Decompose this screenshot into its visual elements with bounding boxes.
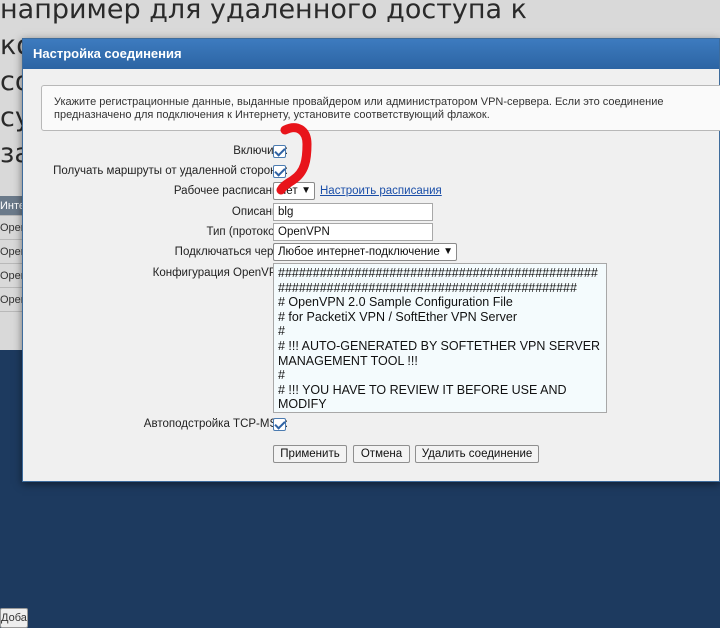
table-row[interactable]: OpenV	[0, 264, 22, 288]
background-heading-line: например для удаленного доступа к	[0, 0, 527, 25]
connection-settings-dialog: Настройка соединения Укажите регистрацио…	[22, 38, 720, 482]
apply-button[interactable]: Применить	[273, 445, 347, 463]
red-annotation-mark	[276, 123, 312, 195]
connect-via-select[interactable]: Любое интернет-подключение ▼	[273, 243, 457, 261]
background-table: Инте OpenV OpenV OpenV OpenV Доба	[0, 196, 28, 628]
openvpn-config-textarea[interactable]: ########################################…	[273, 263, 607, 413]
description-input[interactable]: blg	[273, 203, 433, 221]
dialog-title: Настройка соединения	[23, 39, 719, 69]
connect-via-select-value: Любое интернет-подключение	[278, 246, 440, 258]
tcp-mss-label: Автоподстройка TCP-MSS:	[143, 418, 288, 430]
config-label: Конфигурация OpenVPN:	[152, 267, 288, 279]
configure-schedules-link[interactable]: Настроить расписания	[320, 185, 442, 197]
dropdown-arrow-icon: ▼	[443, 246, 453, 257]
connect-via-label: Подключаться через:	[174, 246, 288, 258]
add-button[interactable]: Доба	[0, 608, 28, 628]
routes-label: Получать маршруты от удаленной стороны:	[53, 165, 288, 177]
cancel-button[interactable]: Отмена	[353, 445, 410, 463]
info-message: Укажите регистрационные данные, выданные…	[41, 85, 720, 131]
type-input[interactable]: OpenVPN	[273, 223, 433, 241]
delete-connection-button[interactable]: Удалить соединение	[415, 445, 539, 463]
table-row[interactable]: OpenV	[0, 288, 22, 312]
table-row[interactable]: OpenV	[0, 216, 22, 240]
table-row[interactable]: OpenV	[0, 240, 22, 264]
schedule-label: Рабочее расписание:	[173, 185, 288, 197]
tcp-mss-checkbox[interactable]	[273, 418, 286, 431]
table-header: Инте	[0, 196, 22, 216]
